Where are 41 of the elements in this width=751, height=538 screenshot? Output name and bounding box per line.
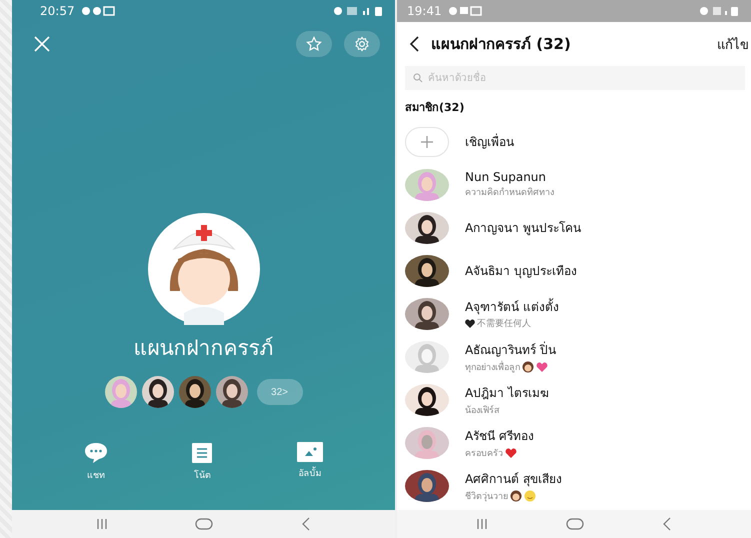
member-name[interactable]: Aจุฑารัตน์ แต่งตั้ง	[465, 297, 560, 316]
settings-button[interactable]	[344, 31, 380, 57]
search-field[interactable]: ค้นหาด้วยชื่อ	[405, 66, 745, 90]
screen-title: แผนกฝากครรภ์ (32)	[431, 34, 571, 55]
system-icons	[333, 6, 383, 16]
group-name: แผนกฝากครรภ์	[134, 335, 274, 362]
back-icon[interactable]	[409, 36, 419, 52]
recent-apps-icon[interactable]	[476, 518, 488, 530]
section-heading: สมาชิก(32)	[404, 100, 466, 116]
member-name[interactable]: Aศศิกานต์ สุขเสียง	[465, 468, 562, 488]
member-status: ชีวิตวุ่นวาย	[465, 490, 508, 502]
home-icon[interactable]	[195, 518, 214, 530]
invite-friends-item[interactable]: เชิญเพื่อน	[465, 132, 514, 151]
member-name[interactable]: Aรัชนี ศรีทอง	[465, 426, 534, 444]
member-name[interactable]: Nun Supanun	[465, 170, 554, 184]
image-icon	[297, 442, 324, 462]
status-icons	[80, 6, 115, 16]
favorite-button[interactable]	[296, 31, 332, 57]
member-name[interactable]: Aกาญจนา พูนประโคน	[465, 218, 582, 237]
member-status: ทุกอย่างเพื่อลูก	[465, 360, 520, 374]
home-icon[interactable]	[566, 518, 584, 530]
member-status: ครอบครัว	[465, 448, 503, 460]
member-status: ความคิดกำหนดทิศทาง	[465, 186, 554, 199]
gear-icon	[354, 36, 370, 52]
member-status: 不需要任何人	[477, 318, 531, 330]
note-button[interactable]: โน้ต	[191, 442, 214, 482]
edit-link[interactable]: แก้ไข	[717, 34, 751, 54]
member-status: น้องเฟิร์ส	[465, 404, 499, 416]
close-icon[interactable]	[34, 36, 50, 52]
note-icon	[191, 442, 214, 464]
member-name[interactable]: Aปฎิมา ไตรเมฆ	[465, 382, 550, 402]
member-name[interactable]: Aจันธิมา บุญประเทือง	[465, 261, 578, 280]
system-icons	[699, 6, 739, 16]
status-time: 19:41	[407, 4, 442, 18]
chat-button[interactable]: แชท	[84, 442, 108, 482]
chat-bubble-icon	[84, 442, 108, 464]
member-name[interactable]: Aธัณญารินทร์ ปิ่น	[465, 340, 556, 358]
star-icon	[306, 36, 322, 52]
status-icons	[448, 6, 482, 16]
recent-apps-icon[interactable]	[96, 518, 108, 530]
status-time: 20:57	[40, 4, 75, 18]
